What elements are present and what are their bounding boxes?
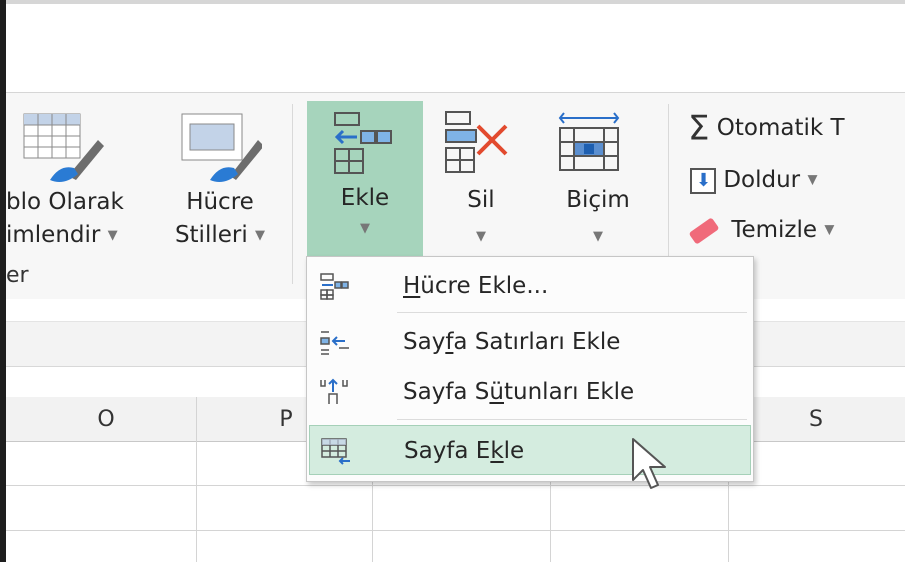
autosum-button[interactable]: Σ Otomatik T <box>688 108 845 149</box>
delete-button[interactable]: Sil ▼ <box>426 104 536 254</box>
format-cells-icon <box>558 112 620 171</box>
sigma-icon: Σ <box>688 108 710 149</box>
cell-styles-label-2: Stilleri <box>174 222 248 248</box>
insert-dropdown-menu: Hücre Ekle... Sayfa Satırları Ekle Sayfa… <box>306 256 754 482</box>
menu-item-insert-cells[interactable]: Hücre Ekle... <box>309 261 751 311</box>
cell-styles-label-1: Hücre <box>186 189 254 215</box>
insert-cells-icon <box>320 273 349 300</box>
clear-button[interactable]: Temizle ▼ <box>688 212 835 248</box>
chevron-down-icon: ▼ <box>360 221 370 236</box>
insert-rows-icon <box>320 331 349 355</box>
cell-styles-icon <box>181 113 262 182</box>
eraser-icon <box>688 216 720 245</box>
group-separator <box>292 104 293 284</box>
column-header-o[interactable]: O <box>16 397 196 441</box>
mouse-cursor-icon <box>632 438 666 489</box>
window-left-border <box>0 0 6 562</box>
menu-item-label: Sayfa Sütunları Ekle <box>403 379 635 405</box>
chevron-down-icon: ▼ <box>107 228 118 243</box>
chevron-down-icon: ▼ <box>824 222 835 238</box>
chevron-down-icon: ▼ <box>807 172 818 188</box>
menu-item-label: Sayfa Ekle <box>404 438 525 464</box>
table-format-icon <box>23 113 104 182</box>
delete-label: Sil <box>467 187 495 213</box>
menu-item-insert-columns[interactable]: Sayfa Sütunları Ekle <box>309 367 751 417</box>
menu-item-insert-sheet[interactable]: Sayfa Ekle <box>309 425 751 475</box>
insert-columns-icon <box>320 378 348 404</box>
fill-button[interactable]: ⬇ Doldur ▼ <box>690 162 817 198</box>
clear-label: Temizle <box>731 217 818 243</box>
insert-button[interactable]: Ekle ▼ <box>307 101 423 257</box>
styles-group-label: er <box>6 263 29 288</box>
grid-line <box>6 485 905 486</box>
chevron-down-icon: ▼ <box>593 229 603 244</box>
menu-separator <box>397 312 747 313</box>
cell-styles-button[interactable]: Hücre Stilleri ▼ <box>160 104 280 264</box>
format-label: Biçim <box>566 187 630 213</box>
insert-label: Ekle <box>340 185 390 211</box>
insert-cells-icon <box>334 112 392 174</box>
grid-line <box>6 530 905 531</box>
grid-line <box>196 397 197 562</box>
window-top-border <box>0 0 905 4</box>
menu-item-label: Sayfa Satırları Ekle <box>403 329 621 355</box>
menu-separator <box>397 419 747 420</box>
delete-cells-icon <box>445 111 508 173</box>
chevron-down-icon: ▼ <box>255 228 266 243</box>
format-as-table-label-1: blo Olarak <box>6 189 124 215</box>
autosum-label: Otomatik T <box>716 115 845 141</box>
menu-item-insert-rows[interactable]: Sayfa Satırları Ekle <box>309 317 751 367</box>
menu-item-label: Hücre Ekle... <box>403 273 549 299</box>
fill-label: Doldur <box>723 167 801 193</box>
format-button[interactable]: Biçim ▼ <box>540 104 656 254</box>
chevron-down-icon: ▼ <box>476 229 486 244</box>
fill-down-icon: ⬇ <box>690 167 716 194</box>
format-as-table-label-2: imlendir <box>6 222 101 248</box>
format-as-table-button[interactable]: blo Olarak imlendir ▼ <box>6 104 158 264</box>
insert-sheet-icon <box>321 438 350 465</box>
